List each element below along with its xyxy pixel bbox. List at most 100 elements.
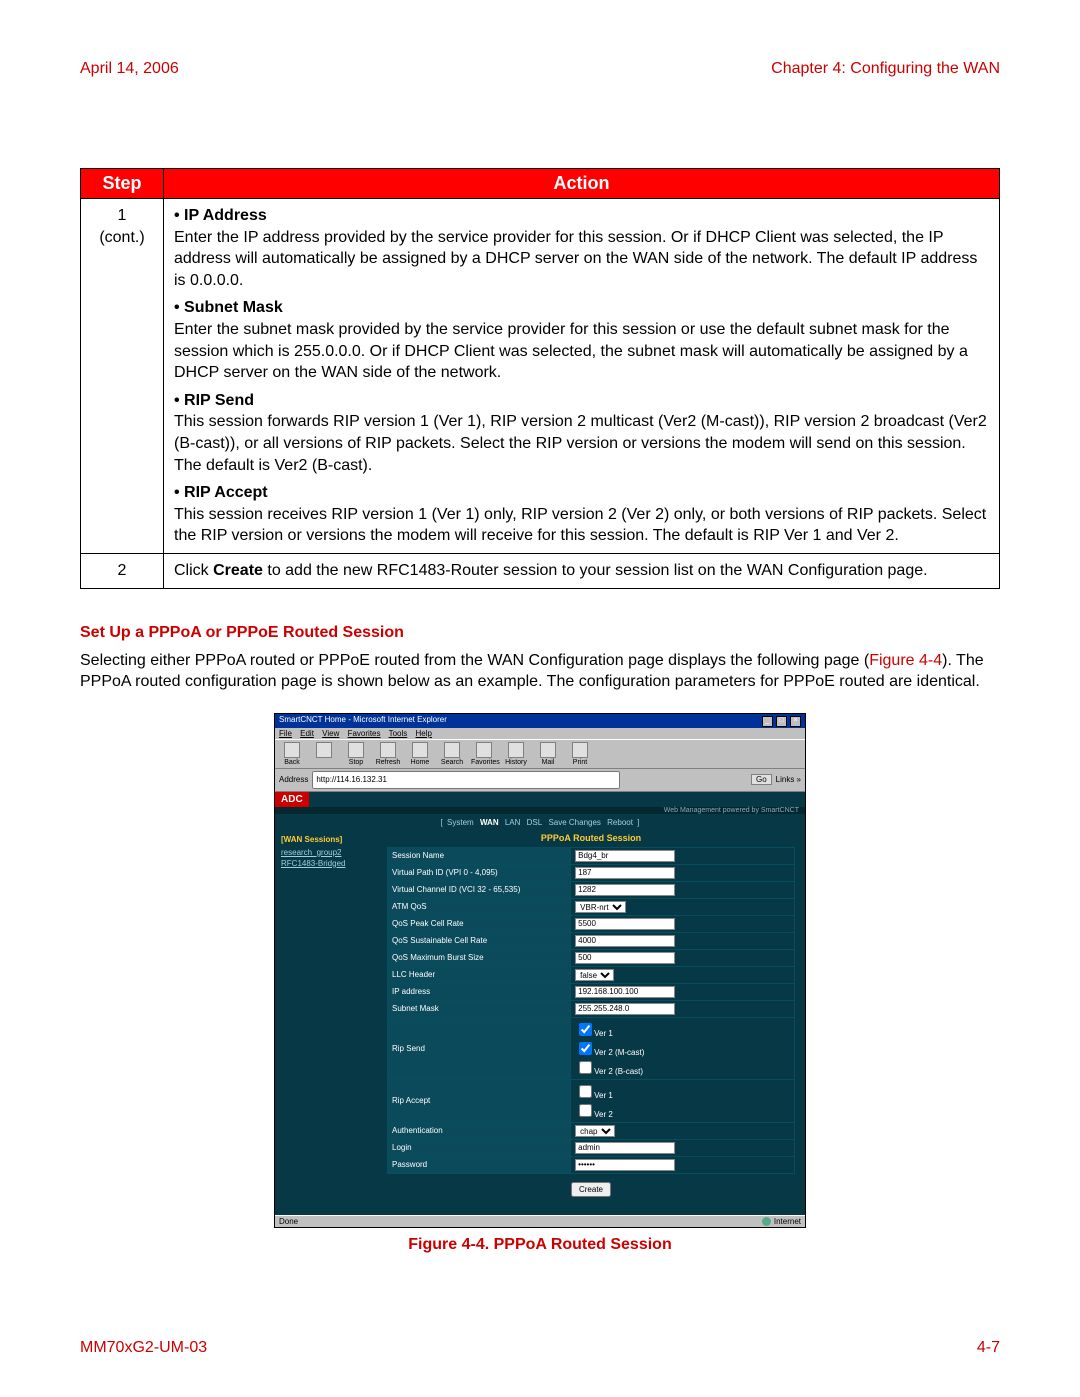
chk-ripaccept-v2[interactable] <box>579 1104 592 1117</box>
forward-icon <box>316 742 332 758</box>
status-bar: Done Internet <box>275 1215 805 1227</box>
menu-help[interactable]: Help <box>416 729 432 738</box>
input-login[interactable] <box>575 1142 675 1154</box>
tb-home[interactable]: Home <box>407 742 433 766</box>
form-panel: PPPoA Routed Session Session Name Virtua… <box>387 829 805 1215</box>
figure-ref-link[interactable]: Figure 4-4 <box>869 652 942 669</box>
th-step: Step <box>81 169 164 199</box>
menu-edit[interactable]: Edit <box>300 729 314 738</box>
lbl-auth: Authentication <box>388 1122 571 1139</box>
history-icon <box>508 742 524 758</box>
step-cont: (cont.) <box>99 229 144 246</box>
lbl-login: Login <box>388 1139 571 1156</box>
lbl-sust: QoS Sustainable Cell Rate <box>388 932 571 949</box>
tb-back[interactable]: Back <box>279 742 305 766</box>
select-llc[interactable]: false <box>575 969 614 981</box>
bullet-sm-head: • Subnet Mask <box>174 297 989 319</box>
browser-titlebar: SmartCNCT Home - Microsoft Internet Expl… <box>275 714 805 728</box>
chk-ripaccept-v1[interactable] <box>579 1085 592 1098</box>
input-vci[interactable] <box>575 884 675 896</box>
input-mask[interactable] <box>575 1003 675 1015</box>
nav-reboot[interactable]: Reboot <box>607 818 633 827</box>
bullet-sm-body: Enter the subnet mask provided by the se… <box>174 319 989 384</box>
browser-window: SmartCNCT Home - Microsoft Internet Expl… <box>274 713 806 1228</box>
maximize-icon[interactable]: □ <box>776 716 787 727</box>
row2-post: to add the new RFC1483-Router session to… <box>263 562 928 579</box>
tb-refresh-label: Refresh <box>376 759 401 766</box>
lbl-llc: LLC Header <box>388 966 571 983</box>
table-row: 2 Click Create to add the new RFC1483-Ro… <box>81 553 1000 588</box>
para-pre: Selecting either PPPoA routed or PPPoE r… <box>80 652 869 669</box>
tb-print-label: Print <box>573 759 587 766</box>
opt-ripsend-v1: Ver 1 <box>594 1029 613 1038</box>
chk-ripsend-v2b[interactable] <box>579 1061 592 1074</box>
footer-doc-id: MM70xG2-UM-03 <box>80 1339 207 1357</box>
tb-favorites-label: Favorites <box>471 759 500 766</box>
links-button[interactable]: Links » <box>776 775 801 784</box>
tb-history[interactable]: History <box>503 742 529 766</box>
chk-ripsend-v2m[interactable] <box>579 1042 592 1055</box>
bullet-ip-body: Enter the IP address provided by the ser… <box>174 227 989 292</box>
tb-search[interactable]: Search <box>439 742 465 766</box>
tb-print[interactable]: Print <box>567 742 593 766</box>
address-input[interactable] <box>312 771 620 789</box>
nav-save[interactable]: Save Changes <box>548 818 600 827</box>
lbl-ripaccept: Rip Accept <box>388 1079 571 1122</box>
action-cell-1: • IP Address Enter the IP address provid… <box>164 199 1000 554</box>
menu-view[interactable]: View <box>322 729 339 738</box>
row2-pre: Click <box>174 562 213 579</box>
minimize-icon[interactable]: _ <box>762 716 773 727</box>
figure: SmartCNCT Home - Microsoft Internet Expl… <box>80 713 1000 1254</box>
lbl-peak: QoS Peak Cell Rate <box>388 915 571 932</box>
go-button[interactable]: Go <box>751 774 772 785</box>
input-ip[interactable] <box>575 986 675 998</box>
home-icon <box>412 742 428 758</box>
page-footer: MM70xG2-UM-03 4-7 <box>80 1339 1000 1357</box>
tb-fwd[interactable] <box>311 742 337 766</box>
menu-favorites[interactable]: Favorites <box>348 729 381 738</box>
tb-favorites[interactable]: Favorites <box>471 742 497 766</box>
tb-home-label: Home <box>411 759 430 766</box>
tb-back-label: Back <box>284 759 300 766</box>
browser-title: SmartCNCT Home - Microsoft Internet Expl… <box>279 715 447 727</box>
input-peak[interactable] <box>575 918 675 930</box>
nav-system[interactable]: System <box>447 818 474 827</box>
tb-stop[interactable]: Stop <box>343 742 369 766</box>
address-label: Address <box>279 775 308 784</box>
lbl-vpi: Virtual Path ID (VPI 0 - 4,095) <box>388 864 571 881</box>
lbl-ip: IP address <box>388 983 571 1000</box>
tb-refresh[interactable]: Refresh <box>375 742 401 766</box>
lbl-atmqos: ATM QoS <box>388 898 571 915</box>
bullet-ra-head: • RIP Accept <box>174 482 989 504</box>
stop-icon <box>348 742 364 758</box>
select-atmqos[interactable]: VBR-nrt <box>575 901 626 913</box>
menu-tools[interactable]: Tools <box>389 729 408 738</box>
nav-dsl[interactable]: DSL <box>527 818 543 827</box>
chk-ripsend-v1[interactable] <box>579 1023 592 1036</box>
mail-icon <box>540 742 556 758</box>
nav-lan[interactable]: LAN <box>505 818 521 827</box>
bullet-ip-head: • IP Address <box>174 205 989 227</box>
page-content: ADC Web Management powered by SmartCNCT … <box>275 792 805 1215</box>
input-session-name[interactable] <box>575 850 675 862</box>
input-sust[interactable] <box>575 935 675 947</box>
menu-file[interactable]: File <box>279 729 292 738</box>
input-vpi[interactable] <box>575 867 675 879</box>
bullet-ra-body: This session receives RIP version 1 (Ver… <box>174 504 989 547</box>
close-icon[interactable]: × <box>790 716 801 727</box>
brand-logo: ADC <box>275 792 309 807</box>
config-form: Session Name Virtual Path ID (VPI 0 - 4,… <box>387 847 795 1174</box>
tb-mail-label: Mail <box>542 759 555 766</box>
bullet-rs-body: This session forwards RIP version 1 (Ver… <box>174 411 989 476</box>
sidebar-item-research[interactable]: research_group2 <box>281 848 381 857</box>
step-action-table: Step Action 1 (cont.) • IP Address Enter… <box>80 168 1000 589</box>
input-pass[interactable] <box>575 1159 675 1171</box>
sidebar-item-rfc1483[interactable]: RFC1483-Bridged <box>281 859 381 868</box>
select-auth[interactable]: chap <box>575 1125 615 1137</box>
input-burst[interactable] <box>575 952 675 964</box>
nav-wan[interactable]: WAN <box>480 818 499 827</box>
create-button[interactable] <box>571 1182 611 1197</box>
tb-search-label: Search <box>441 759 463 766</box>
tb-mail[interactable]: Mail <box>535 742 561 766</box>
lbl-vci: Virtual Channel ID (VCI 32 - 65,535) <box>388 881 571 898</box>
